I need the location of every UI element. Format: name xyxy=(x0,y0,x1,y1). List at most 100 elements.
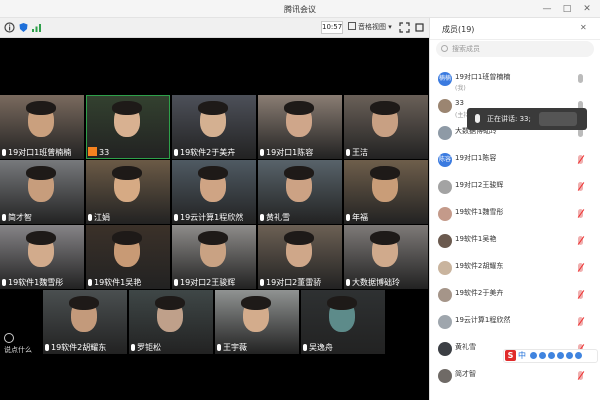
participant-name-label: 33 xyxy=(99,148,110,157)
signal-icon[interactable] xyxy=(31,22,42,33)
video-tile[interactable]: 19对口1陈容 xyxy=(258,95,342,159)
member-name: 简才智 xyxy=(455,370,476,378)
close-button[interactable]: ✕ xyxy=(580,2,594,16)
member-role: (我) xyxy=(455,85,466,92)
mic-muted-icon[interactable] xyxy=(578,290,583,299)
member-avatar xyxy=(438,99,452,113)
mic-icon[interactable] xyxy=(578,74,583,83)
member-row[interactable]: 19云计算1程欣然 xyxy=(430,311,600,338)
mic-icon xyxy=(174,214,178,221)
video-tile[interactable]: 吴逸舟 xyxy=(301,290,385,354)
members-title: 成员(19) xyxy=(442,25,475,34)
video-tile[interactable]: 33 xyxy=(86,95,170,159)
ime-toolbar[interactable]: S中 xyxy=(503,349,598,363)
members-header: 成员(19) ✕ xyxy=(430,18,600,40)
video-tile[interactable]: 19对口2王骏辉 xyxy=(172,225,256,289)
video-tile[interactable]: 19软件2胡耀东 xyxy=(43,290,127,354)
participant-name: 19对口2王骏辉 xyxy=(172,278,235,288)
view-label: 音格视图 xyxy=(358,23,386,31)
video-tile[interactable]: 19软件2于美卉 xyxy=(172,95,256,159)
emoji-icon[interactable] xyxy=(538,352,546,359)
member-row[interactable]: 19软件2胡耀东 xyxy=(430,257,600,284)
mic-icon xyxy=(260,149,264,156)
member-row[interactable]: 19对口2王骏辉 xyxy=(430,176,600,203)
participant-name-label: 19对口2董雷骄 xyxy=(266,278,322,287)
participant-name-label: 王洁 xyxy=(352,148,368,157)
video-tile[interactable]: 罗钜松 xyxy=(129,290,213,354)
mic-muted-icon[interactable] xyxy=(578,371,583,380)
participant-name: 19软件2胡耀东 xyxy=(43,343,106,353)
mic-icon xyxy=(475,114,480,123)
voice-icon[interactable] xyxy=(547,352,555,359)
members-panel: 成员(19) ✕ 搜索成员 楠楠19对口1班曾楠楠(我)33(主持人)大数据博础… xyxy=(429,18,600,400)
video-tile[interactable]: 简才智 xyxy=(0,160,84,224)
participant-name-label: 19对口2王骏辉 xyxy=(180,278,236,287)
mic-icon xyxy=(2,214,6,221)
member-name: 黄礼雪 xyxy=(455,343,476,351)
sogou-logo: S xyxy=(505,350,516,361)
video-tile[interactable]: 年福 xyxy=(344,160,428,224)
participant-name: 简才智 xyxy=(0,213,32,223)
member-row[interactable]: 楠楠 19对口1班曾楠楠 (我) xyxy=(430,68,600,95)
member-avatar xyxy=(438,342,452,356)
punctuation-icon[interactable] xyxy=(529,352,537,359)
video-tile[interactable]: 19对口2董雷骄 xyxy=(258,225,342,289)
mic-icon xyxy=(303,344,307,351)
participant-name: 罗钜松 xyxy=(129,343,161,353)
participant-hair xyxy=(112,166,142,180)
video-tile[interactable]: 19对口1班曾楠楠 xyxy=(0,95,84,159)
mic-icon xyxy=(346,214,350,221)
participant-name-label: 19对口1班曾楠楠 xyxy=(8,148,72,157)
participant-hair xyxy=(284,166,314,180)
video-tile[interactable]: 王洁 xyxy=(344,95,428,159)
member-avatar xyxy=(438,315,452,329)
mic-muted-icon[interactable] xyxy=(578,209,583,218)
participant-name: 江娟 xyxy=(86,213,110,223)
video-tile[interactable]: 王宇薇 xyxy=(215,290,299,354)
participant-name-label: 19云计算1程欣然 xyxy=(180,213,244,222)
video-tile[interactable]: 19云计算1程欣然 xyxy=(172,160,256,224)
member-search-input[interactable]: 搜索成员 xyxy=(436,41,594,57)
maximize-button[interactable]: □ xyxy=(560,2,574,16)
participant-name-label: 大数据博础玲 xyxy=(352,278,400,287)
participant-name-label: 19软件2于美卉 xyxy=(180,148,236,157)
participant-name: 19对口2董雷骄 xyxy=(258,278,321,288)
mic-muted-icon[interactable] xyxy=(578,263,583,272)
member-row[interactable]: 简才智 xyxy=(430,365,600,392)
video-tile[interactable]: 19软件1魏雪彤 xyxy=(0,225,84,289)
participant-name: 年福 xyxy=(344,213,368,223)
video-tile[interactable]: 黄礼雪 xyxy=(258,160,342,224)
mic-muted-icon[interactable] xyxy=(578,182,583,191)
member-name: 19软件1吴艳 xyxy=(455,235,497,243)
keyboard-icon[interactable] xyxy=(556,352,564,359)
member-avatar xyxy=(438,288,452,302)
info-icon[interactable] xyxy=(4,22,15,33)
tools-icon[interactable] xyxy=(574,352,582,359)
shield-icon[interactable] xyxy=(18,22,29,33)
member-row[interactable]: 19软件1吴艳 xyxy=(430,230,600,257)
mic-icon xyxy=(88,214,92,221)
video-tile[interactable]: 江娟 xyxy=(86,160,170,224)
speaker-avatar-blur xyxy=(539,112,577,126)
minimize-button[interactable]: — xyxy=(540,2,554,16)
mic-muted-icon[interactable] xyxy=(578,155,583,164)
member-name: 19对口1陈容 xyxy=(455,154,497,162)
skin-icon[interactable] xyxy=(565,352,573,359)
restore-icon[interactable] xyxy=(414,22,425,33)
mic-muted-icon[interactable] xyxy=(578,317,583,326)
member-avatar xyxy=(438,261,452,275)
member-row[interactable]: 19软件1魏雪彤 xyxy=(430,203,600,230)
mic-muted-icon[interactable] xyxy=(578,236,583,245)
participant-name: 19软件1吴艳 xyxy=(86,278,141,288)
chat-button[interactable]: 说点什么 xyxy=(4,333,44,373)
participant-hair xyxy=(69,296,99,310)
participant-hair xyxy=(284,231,314,245)
participant-hair xyxy=(241,296,271,310)
fullscreen-icon[interactable] xyxy=(399,22,410,33)
close-panel-button[interactable]: ✕ xyxy=(580,23,587,32)
video-tile[interactable]: 19软件1吴艳 xyxy=(86,225,170,289)
view-switch-button[interactable]: 音格视图 ▾ xyxy=(348,21,392,34)
member-row[interactable]: 19软件2于美卉 xyxy=(430,284,600,311)
member-row[interactable]: 陈容 19对口1陈容 xyxy=(430,149,600,176)
video-tile[interactable]: 大数据博础玲 xyxy=(344,225,428,289)
